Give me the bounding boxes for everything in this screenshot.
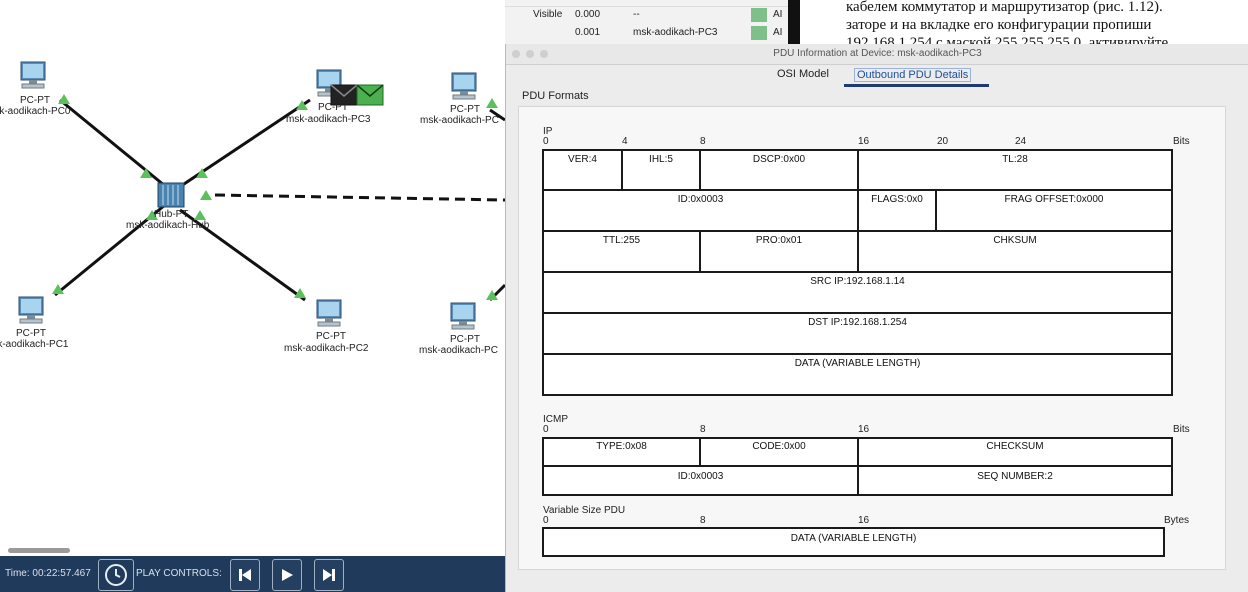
divider [788, 0, 800, 44]
topology-links [52, 94, 505, 302]
icmp-field-id: ID:0x0003 [542, 465, 859, 496]
book-page-text: кабелем коммутатор и маршрутизатор (рис.… [800, 0, 1248, 44]
pc-icon[interactable] [448, 301, 478, 331]
ip-field-ver: VER:4 [542, 149, 623, 191]
bits-unit-label: Bits [1173, 136, 1190, 147]
byte-label: 16 [858, 515, 870, 526]
event-type: AI [773, 27, 783, 38]
pc-icon[interactable] [449, 71, 479, 101]
reset-time-icon [105, 564, 127, 586]
bit-label: 16 [858, 424, 870, 435]
icmp-field-checksum: CHECKSUM [857, 437, 1173, 467]
hub-icon[interactable] [156, 180, 186, 210]
event-type: AI [773, 9, 783, 20]
bytes-unit-label: Bytes [1164, 515, 1190, 526]
ip-field-dst-ip: DST IP:192.168.1.254 [542, 312, 1173, 355]
ip-field-flags: FLAGS:0x0 [857, 189, 937, 232]
play-icon [282, 569, 293, 581]
event-color-swatch [751, 8, 767, 22]
pc-icon[interactable] [16, 295, 46, 325]
device-name-label: msk-aodikach-PC2 [284, 343, 369, 354]
bit-label: 20 [937, 136, 949, 147]
window-titlebar[interactable]: PDU Information at Device: msk-aodikach-… [506, 44, 1248, 65]
bit-label: 8 [700, 424, 706, 435]
active-tab-indicator [844, 84, 989, 87]
device-name-label: msk-aodikach-PC [420, 115, 499, 126]
pdu-formats-label: PDU Formats [522, 90, 589, 102]
topology-canvas[interactable]: PC-PT msk-aodikach-PC0 PC-PT msk-aodikac… [0, 0, 505, 556]
book-line: заторе и на вкладке его конфигурации про… [846, 17, 1152, 33]
variable-pdu-data: DATA (VARIABLE LENGTH) [542, 527, 1165, 557]
skip-forward-icon [323, 569, 335, 581]
event-visible: Visible [533, 9, 563, 20]
play-button[interactable] [272, 559, 302, 591]
ip-field-total-length: TL:28 [857, 149, 1173, 191]
window-title: PDU Information at Device: msk-aodikach-… [773, 48, 982, 59]
section-label-variable-pdu: Variable Size PDU [543, 505, 626, 516]
device-name-label: msk-aodikach-Hub [126, 220, 210, 231]
ip-field-ttl: TTL:255 [542, 230, 701, 273]
skip-back-icon [239, 569, 251, 581]
book-line: кабелем коммутатор и маршрутизатор (рис.… [846, 0, 1163, 15]
device-type-label: PC-PT [450, 334, 480, 345]
event-at-device: -- [633, 9, 640, 20]
bit-label: 24 [1015, 136, 1027, 147]
reset-button[interactable] [98, 559, 134, 591]
ip-field-protocol: PRO:0x01 [699, 230, 859, 273]
ip-field-data: DATA (VARIABLE LENGTH) [542, 353, 1173, 396]
event-time: 0.000 [575, 9, 601, 20]
device-name-label: msk-aodikach-PC [419, 345, 498, 356]
back-button[interactable] [230, 559, 260, 591]
icmp-field-type: TYPE:0x08 [542, 437, 701, 467]
bit-label: 16 [858, 136, 870, 147]
device-type-label: PC-PT [20, 95, 50, 106]
icmp-field-code: CODE:0x00 [699, 437, 859, 467]
bit-label: 0 [543, 136, 549, 147]
pdu-formats-panel: IP 0 4 8 16 20 24 Bits VER:4 IHL:5 DSCP:… [518, 106, 1226, 570]
event-list: Visible 0.000 -- AI 0.001 msk-aodikach-P… [505, 0, 800, 44]
device-name-label: msk-aodikach-PC3 [286, 114, 371, 125]
byte-label: 0 [543, 515, 549, 526]
event-row[interactable]: 0.001 msk-aodikach-PC3 AI [505, 26, 800, 40]
device-name-label: msk-aodikach-PC1 [0, 339, 69, 350]
capture-forward-button[interactable] [314, 559, 344, 591]
pc-icon[interactable] [314, 298, 344, 328]
event-color-swatch [751, 26, 767, 40]
bit-label: 8 [700, 136, 706, 147]
byte-label: 8 [700, 515, 706, 526]
bit-label: 0 [543, 424, 549, 435]
pdu-information-window: PDU Information at Device: msk-aodikach-… [505, 44, 1248, 592]
device-type-label: PC-PT [316, 331, 346, 342]
book-line: 192.168.1.254 с маской 255.255.255.0, ак… [846, 35, 1169, 44]
device-type-label: PC-PT [16, 328, 46, 339]
bits-unit-label: Bits [1173, 424, 1190, 435]
play-bar: Time: 00:22:57.467 PLAY CONTROLS: [0, 556, 505, 592]
horizontal-scrollbar[interactable] [8, 548, 70, 553]
play-controls-label: PLAY CONTROLS: [136, 568, 222, 579]
event-row[interactable]: Visible 0.000 -- AI [505, 8, 800, 22]
event-time: 0.001 [575, 27, 601, 38]
event-at-device: msk-aodikach-PC3 [633, 27, 718, 38]
ip-field-checksum: CHKSUM [857, 230, 1173, 273]
sim-time: Time: 00:22:57.467 [5, 568, 91, 579]
ip-field-frag-offset: FRAG OFFSET:0x000 [935, 189, 1173, 232]
device-type-label: Hub-PT [154, 209, 189, 220]
device-name-label: msk-aodikach-PC0 [0, 106, 71, 117]
ip-field-id: ID:0x0003 [542, 189, 859, 232]
ip-field-dscp: DSCP:0x00 [699, 149, 859, 191]
bit-label: 4 [622, 136, 628, 147]
device-type-label: PC-PT [450, 104, 480, 115]
ip-field-src-ip: SRC IP:192.168.1.14 [542, 271, 1173, 314]
icmp-field-seq-number: SEQ NUMBER:2 [857, 465, 1173, 496]
event-row[interactable] [505, 0, 800, 7]
tab-outbound-pdu-details[interactable]: Outbound PDU Details [854, 68, 972, 82]
pc-icon[interactable] [18, 60, 48, 90]
device-type-label: PC-PT [318, 102, 348, 113]
ip-field-ihl: IHL:5 [621, 149, 701, 191]
tab-osi-model[interactable]: OSI Model [777, 68, 829, 80]
